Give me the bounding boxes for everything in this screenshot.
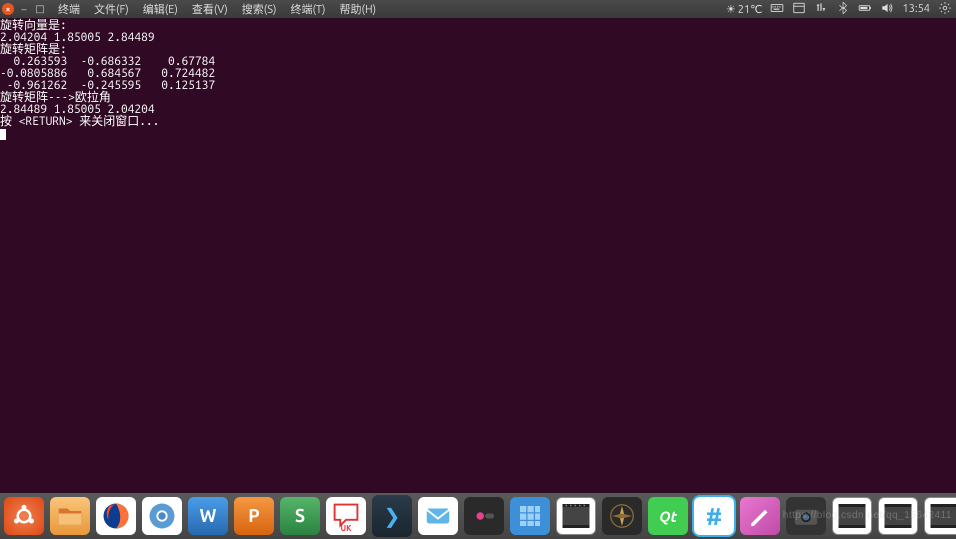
window-titlebar: × – □ 终端 文件(F) 编辑(E) 查看(V) 搜索(S) 终端(T) 帮… <box>0 0 956 18</box>
temperature-text: 21℃ <box>738 3 763 16</box>
terminal-line: 按 <RETURN> 来关闭窗口... <box>0 115 159 128</box>
keyboard-icon[interactable] <box>770 1 784 18</box>
dock-notes[interactable] <box>740 497 780 535</box>
watermark-text: https://blog.csdn.net/qq_15642411 <box>783 510 952 521</box>
weather-icon: ☀ <box>726 3 736 16</box>
weather-indicator[interactable]: ☀ 21℃ <box>726 3 763 16</box>
menu-search[interactable]: 搜索(S) <box>238 1 281 17</box>
dock-indicator-icon <box>387 493 397 494</box>
menu-terminal[interactable]: 终端(T) <box>286 1 329 17</box>
dock-files[interactable] <box>50 497 90 535</box>
network-icon[interactable] <box>814 1 828 18</box>
dock-compass[interactable] <box>602 497 642 535</box>
menu-view[interactable]: 查看(V) <box>188 1 232 17</box>
dock-ubuntu[interactable] <box>4 497 44 535</box>
dock-wps-spreadsheets[interactable]: S <box>280 497 320 535</box>
volume-icon[interactable] <box>880 1 894 18</box>
terminal-cursor <box>0 129 6 140</box>
clock-text[interactable]: 13:54 <box>902 3 930 15</box>
battery-icon[interactable] <box>858 1 872 18</box>
minimize-button[interactable]: – <box>18 4 30 15</box>
menu-edit[interactable]: 编辑(E) <box>139 1 182 17</box>
dock-firefox[interactable] <box>96 497 136 535</box>
bluetooth-icon[interactable] <box>836 1 850 18</box>
menubar: 终端 文件(F) 编辑(E) 查看(V) 搜索(S) 终端(T) 帮助(H) <box>54 1 380 17</box>
terminal-output[interactable]: 旋转向量是: 2.04204 1.85005 2.84489 旋转矩阵是: 0.… <box>0 18 956 493</box>
dock-wps-writer[interactable]: W <box>188 497 228 535</box>
maximize-button[interactable]: □ <box>34 3 46 15</box>
dock-apps-grid[interactable] <box>510 497 550 535</box>
gear-icon[interactable] <box>938 1 952 18</box>
dock-qt[interactable]: Qt <box>648 497 688 535</box>
dock-media[interactable] <box>464 497 504 535</box>
dock-hash[interactable]: # <box>694 497 734 535</box>
dock-terminal-ide[interactable]: ❯ <box>372 495 412 537</box>
calendar-icon[interactable] <box>792 1 806 18</box>
dock-mail[interactable] <box>418 497 458 535</box>
window-controls: × – □ <box>2 3 46 15</box>
dock-wps-presentation[interactable]: P <box>234 497 274 535</box>
dock-uk-software[interactable]: UK <box>326 497 366 535</box>
menu-app[interactable]: 终端 <box>54 1 84 17</box>
menu-help[interactable]: 帮助(H) <box>336 1 381 17</box>
system-tray: ☀ 21℃ 13:54 <box>726 0 952 18</box>
dock-video-thumb-1[interactable] <box>556 497 596 535</box>
menu-file[interactable]: 文件(F) <box>90 1 133 17</box>
close-button[interactable]: × <box>2 3 14 15</box>
dock-chromium[interactable] <box>142 497 182 535</box>
